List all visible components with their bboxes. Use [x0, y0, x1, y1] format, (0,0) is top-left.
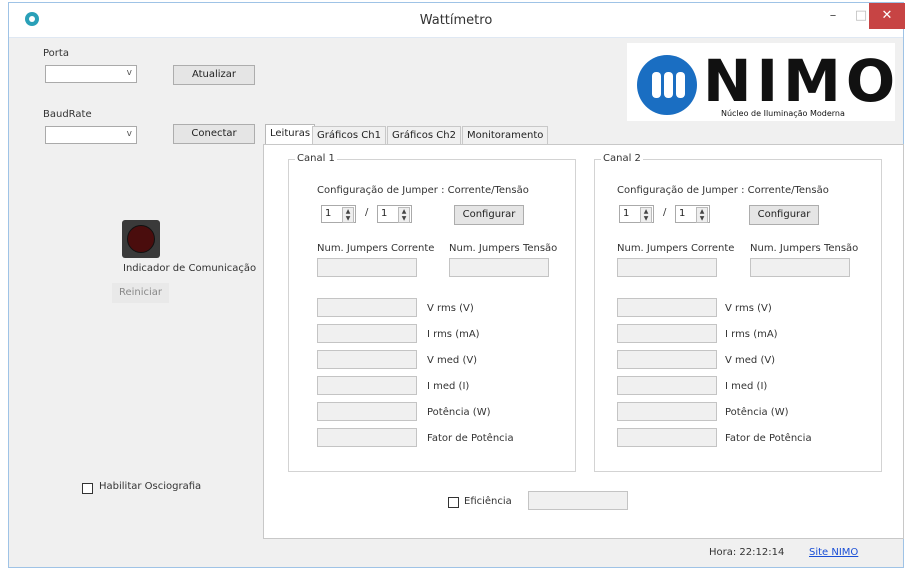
num-jumpers-tensao-label: Num. Jumpers Tensão	[750, 243, 859, 254]
eficiencia-label: Eficiência	[464, 496, 512, 507]
porta-label: Porta	[43, 48, 69, 59]
reiniciar-button[interactable]: Reiniciar	[112, 283, 169, 303]
atualizar-button[interactable]: Atualizar	[173, 65, 255, 85]
logo-subtitle: Núcleo de Iluminação Moderna	[721, 109, 845, 118]
jumper-tensao-spin[interactable]: 1 ▲ ▼	[675, 205, 710, 223]
jumper-corrente-spin[interactable]: 1 ▲ ▼	[619, 205, 654, 223]
logo-wordmark: NIMO	[703, 47, 901, 115]
irms-label: I rms (mA)	[427, 329, 480, 340]
num-jumpers-tensao-field	[449, 258, 549, 277]
canal-1-title: Canal 1	[295, 153, 337, 164]
num-jumpers-corrente-field	[317, 258, 417, 277]
irms-label: I rms (mA)	[725, 329, 778, 340]
eficiencia-field	[528, 491, 628, 510]
fator-potencia-label: Fator de Potência	[427, 433, 514, 444]
vrms-label: V rms (V)	[725, 303, 772, 314]
num-jumpers-tensao-field	[750, 258, 850, 277]
imed-label: I med (I)	[427, 381, 470, 392]
fator-potencia-field	[317, 428, 417, 447]
site-nimo-link[interactable]: Site NIMO	[809, 547, 858, 558]
title-bar: Wattímetro – □ ✕	[9, 3, 905, 38]
jumper-corrente-spin[interactable]: 1 ▲ ▼	[321, 205, 356, 223]
fator-potencia-label: Fator de Potência	[725, 433, 812, 444]
num-jumpers-corrente-label: Num. Jumpers Corrente	[617, 243, 735, 254]
canal-1-group: Canal 1 Configuração de Jumper : Corrent…	[288, 153, 576, 472]
tab-monitoramento[interactable]: Monitoramento	[462, 126, 549, 145]
imed-field	[317, 376, 417, 395]
vrms-field	[617, 298, 717, 317]
vrms-field	[317, 298, 417, 317]
imed-field	[617, 376, 717, 395]
clock-text: Hora: 22:12:14	[709, 547, 785, 558]
potencia-field	[617, 402, 717, 421]
close-button[interactable]: ✕	[869, 3, 905, 29]
nimo-logo-mark-icon	[637, 55, 697, 115]
vmed-label: V med (V)	[725, 355, 776, 366]
config-jumper-label: Configuração de Jumper : Corrente/Tensão	[317, 185, 529, 196]
baudrate-label: BaudRate	[43, 109, 92, 120]
irms-field	[317, 324, 417, 343]
tab-graficos-ch1[interactable]: Gráficos Ch1	[312, 126, 386, 145]
canal-2-title: Canal 2	[601, 153, 643, 164]
leituras-panel: Canal 1 Configuração de Jumper : Corrent…	[263, 144, 904, 539]
configurar-button[interactable]: Configurar	[749, 205, 819, 225]
canal-2-group: Canal 2 Configuração de Jumper : Corrent…	[594, 153, 882, 472]
jumper-separator: /	[365, 207, 369, 218]
spin-updown-icon[interactable]: ▲ ▼	[398, 207, 410, 223]
irms-field	[617, 324, 717, 343]
potencia-label: Potência (W)	[725, 407, 789, 418]
jumper-separator: /	[663, 207, 667, 218]
baudrate-combo[interactable]: v	[45, 126, 137, 144]
main-window: Wattímetro – □ ✕ Porta v Atualizar BaudR…	[8, 2, 905, 568]
vmed-field	[617, 350, 717, 369]
jumper-tensao-spin[interactable]: 1 ▲ ▼	[377, 205, 412, 223]
potencia-label: Potência (W)	[427, 407, 491, 418]
tab-leituras[interactable]: Leituras	[265, 124, 316, 145]
num-jumpers-tensao-label: Num. Jumpers Tensão	[449, 243, 558, 254]
window-title: Wattímetro	[419, 13, 493, 28]
habilitar-osciografia-label: Habilitar Osciografia	[99, 481, 202, 492]
configurar-button[interactable]: Configurar	[454, 205, 524, 225]
chevron-down-icon: v	[126, 129, 132, 139]
nimo-logo: NIMO Núcleo de Iluminação Moderna	[627, 43, 895, 121]
eficiencia-checkbox[interactable]	[448, 497, 459, 508]
num-jumpers-corrente-label: Num. Jumpers Corrente	[317, 243, 435, 254]
spin-updown-icon[interactable]: ▲ ▼	[696, 207, 708, 223]
minimize-button[interactable]: –	[819, 3, 847, 29]
potencia-field	[317, 402, 417, 421]
communication-led-icon	[122, 220, 160, 258]
indicador-label: Indicador de Comunicação	[123, 263, 257, 274]
habilitar-osciografia-checkbox[interactable]	[82, 483, 93, 494]
vrms-label: V rms (V)	[427, 303, 474, 314]
spin-updown-icon[interactable]: ▲ ▼	[342, 207, 354, 223]
conectar-button[interactable]: Conectar	[173, 124, 255, 144]
spin-updown-icon[interactable]: ▲ ▼	[640, 207, 652, 223]
tab-graficos-ch2[interactable]: Gráficos Ch2	[387, 126, 461, 145]
vmed-field	[317, 350, 417, 369]
chevron-down-icon: v	[126, 68, 132, 78]
fator-potencia-field	[617, 428, 717, 447]
vmed-label: V med (V)	[427, 355, 478, 366]
porta-combo[interactable]: v	[45, 65, 137, 83]
imed-label: I med (I)	[725, 381, 768, 392]
num-jumpers-corrente-field	[617, 258, 717, 277]
config-jumper-label: Configuração de Jumper : Corrente/Tensão	[617, 185, 829, 196]
